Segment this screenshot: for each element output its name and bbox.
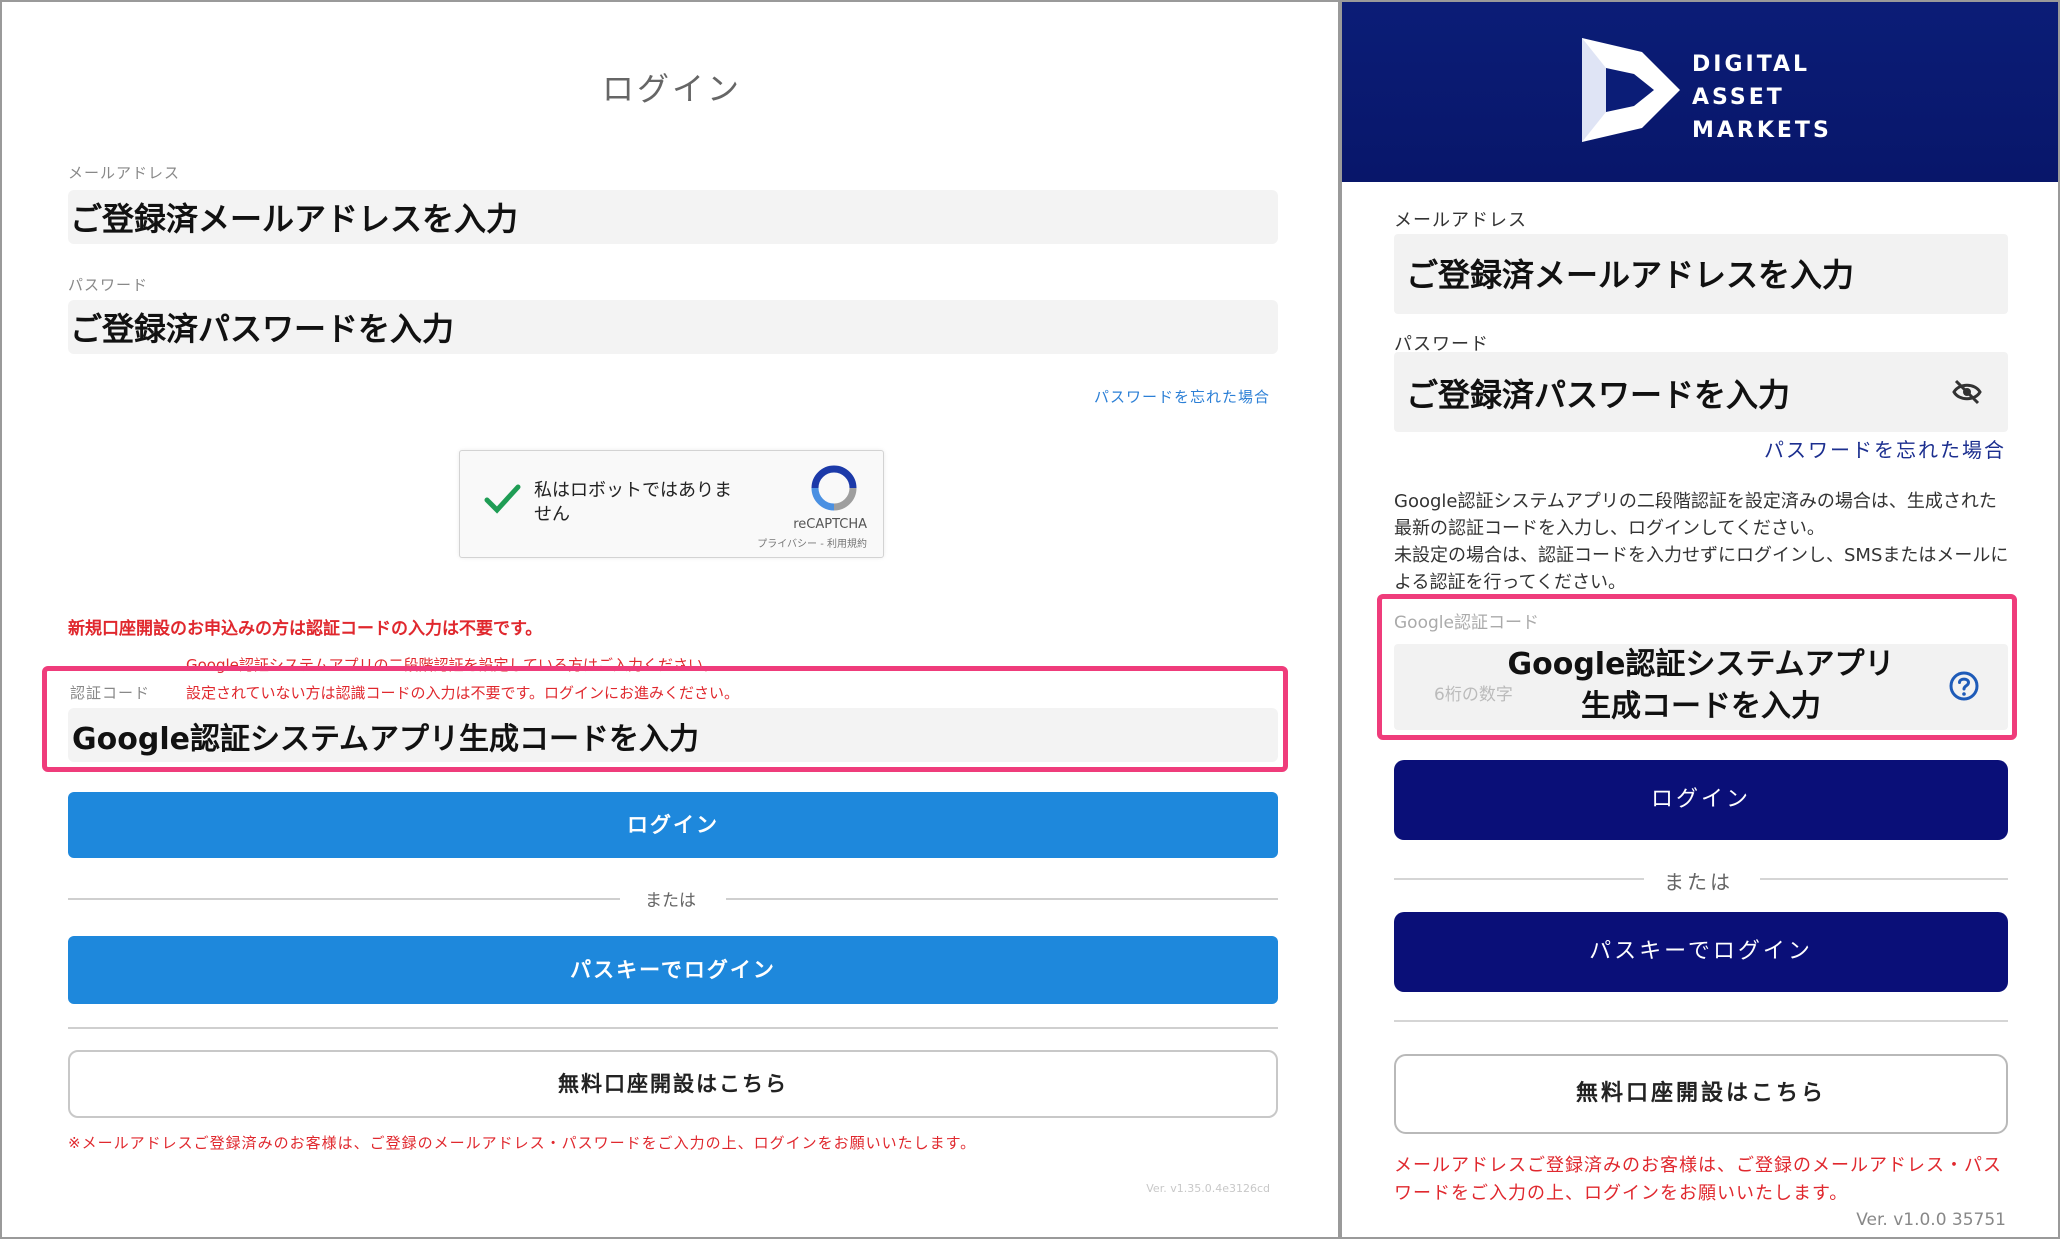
- auth-code-label: 認証コード: [70, 684, 151, 702]
- password-label: パスワード: [68, 276, 149, 294]
- forgot-password-link[interactable]: パスワードを忘れた場合: [1764, 434, 2006, 463]
- password-input[interactable]: ご登録済パスワードを入力: [68, 300, 1278, 354]
- dam-logo-icon: [1582, 38, 1680, 142]
- email-input[interactable]: ご登録済メールアドレスを入力: [68, 190, 1278, 244]
- gauth-label: Google認証コード: [1394, 613, 1539, 633]
- divider-right: [1760, 878, 2008, 880]
- version-text: Ver. v1.0.0 35751: [1856, 1210, 2006, 1230]
- email-input-value: ご登録済メールアドレスを入力: [70, 200, 519, 238]
- left-login-panel: ログイン メールアドレス ご登録済メールアドレスを入力 パスワード ご登録済パス…: [0, 0, 1340, 1239]
- version-text: Ver. v1.35.0.4e3126cd: [1146, 1182, 1270, 1195]
- section-divider: [1394, 1020, 2008, 1022]
- checkmark-icon[interactable]: [482, 479, 522, 519]
- brand-line-1: DIGITAL: [1692, 52, 1811, 77]
- registered-note: ※メールアドレスご登録済みのお客様は、ご登録のメールアドレス・パスワードをご入力…: [68, 1134, 977, 1152]
- recaptcha-text: 私はロボットではありません: [534, 480, 732, 525]
- email-label: メールアドレス: [1394, 210, 1527, 231]
- recaptcha-brand: reCAPTCHA: [793, 517, 867, 532]
- auth-code-input[interactable]: Google認証システムアプリ生成コードを入力: [68, 708, 1278, 762]
- registered-note: メールアドレスご登録済みのお客様は、ご登録のメールアドレス・パスワードをご入力の…: [1394, 1155, 2002, 1204]
- recaptcha-icon: [811, 465, 857, 511]
- eye-off-icon[interactable]: [1952, 378, 1982, 406]
- divider-right: [726, 898, 1278, 900]
- password-input-value: ご登録済パスワードを入力: [1406, 376, 1791, 414]
- brand-line-3: MARKETS: [1692, 118, 1832, 143]
- gauth-value-line2: 生成コードを入力: [1581, 689, 1821, 724]
- open-account-button[interactable]: 無料口座開設はこちら: [1394, 1054, 2008, 1134]
- brand-name: DIGITAL ASSET MARKETS: [1692, 48, 1832, 147]
- password-input-value: ご登録済パスワードを入力: [70, 310, 455, 348]
- two-factor-description: Google認証システムアプリの二段階認証を設定済みの場合は、生成された最新の認…: [1394, 491, 2009, 593]
- passkey-login-button[interactable]: パスキーでログイン: [1394, 912, 2008, 992]
- recaptcha-widget[interactable]: 私はロボットではありません reCAPTCHA プライバシー - 利用規約: [459, 450, 884, 558]
- password-input[interactable]: ご登録済パスワードを入力: [1394, 352, 2008, 432]
- login-button[interactable]: ログイン: [68, 792, 1278, 858]
- email-input[interactable]: ご登録済メールアドレスを入力: [1394, 234, 2008, 314]
- divider-left: [1394, 878, 1644, 880]
- email-input-value: ご登録済メールアドレスを入力: [1406, 256, 1855, 294]
- login-button[interactable]: ログイン: [1394, 760, 2008, 840]
- passkey-login-button[interactable]: パスキーでログイン: [68, 936, 1278, 1004]
- section-divider: [68, 1027, 1278, 1029]
- divider-left: [68, 898, 620, 900]
- gauth-input[interactable]: 6桁の数字 Google認証システムアプリ 生成コードを入力: [1394, 644, 2008, 730]
- forgot-password-link[interactable]: パスワードを忘れた場合: [1094, 386, 1270, 407]
- or-text: または: [645, 891, 696, 911]
- gauth-value-line1: Google認証システムアプリ: [1507, 647, 1895, 682]
- email-label: メールアドレス: [68, 164, 181, 182]
- brand-header: DIGITAL ASSET MARKETS: [1342, 2, 2058, 182]
- auth-notice-line2: 設定されていない方は認識コードの入力は不要です。ログインにお進みください。: [186, 684, 740, 702]
- or-text: または: [1664, 870, 1733, 894]
- recaptcha-terms[interactable]: プライバシー - 利用規約: [757, 535, 867, 550]
- auth-code-input-value: Google認証システムアプリ生成コードを入力: [72, 722, 700, 757]
- page-title: ログイン: [601, 70, 742, 108]
- right-login-panel: DIGITAL ASSET MARKETS メールアドレス ご登録済メールアドレ…: [1340, 0, 2060, 1239]
- open-account-button[interactable]: 無料口座開設はこちら: [68, 1050, 1278, 1118]
- new-account-notice: 新規口座開設のお申込みの方は認証コードの入力は不要です。: [68, 619, 543, 639]
- brand-line-2: ASSET: [1692, 85, 1785, 110]
- help-icon[interactable]: [1948, 670, 1980, 702]
